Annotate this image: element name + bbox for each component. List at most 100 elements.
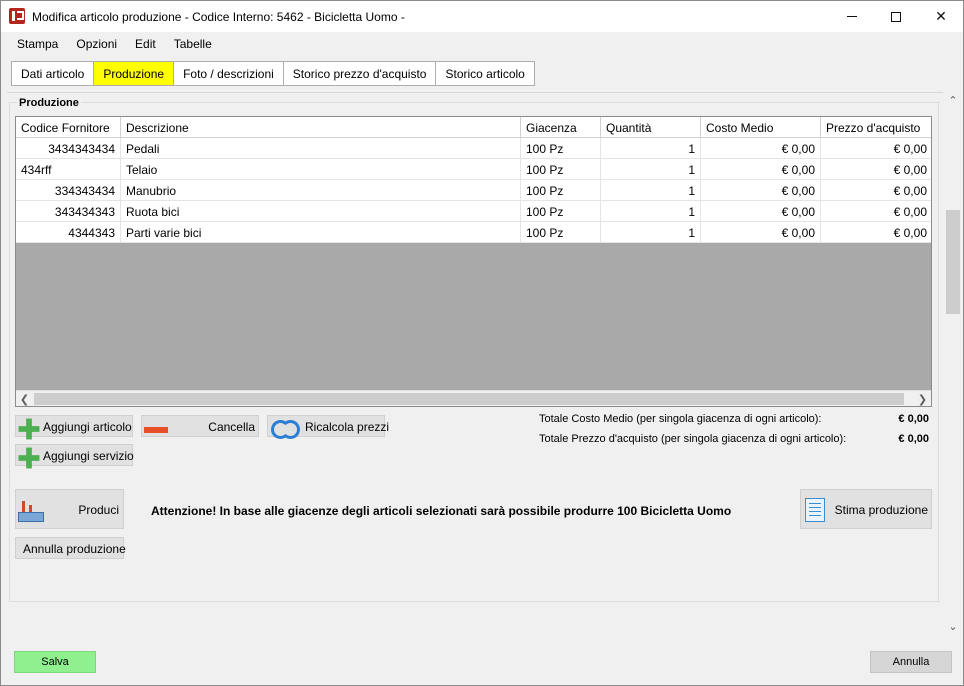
tab-produzione[interactable]: Produzione — [93, 61, 174, 86]
title-bar: Modifica articolo produzione - Codice In… — [1, 1, 963, 32]
tab-bar: Dati articolo Produzione Foto / descrizi… — [11, 61, 535, 86]
ricalcola-prezzi-button[interactable]: Ricalcola prezzi — [267, 415, 389, 439]
annulla-button[interactable]: Annulla — [870, 651, 952, 673]
menu-bar: Stampa Opzioni Edit Tabelle — [1, 32, 963, 56]
cell-descrizione: Parti varie bici — [121, 222, 521, 243]
maximize-button[interactable] — [873, 1, 919, 32]
stima-produzione-label: Stima produzione — [834, 503, 928, 517]
salva-button[interactable]: Salva — [14, 651, 96, 673]
scroll-up-icon[interactable]: ⌃ — [943, 92, 963, 109]
cell-quantita[interactable]: 1 — [601, 201, 701, 222]
cell-codice: 4344343 — [16, 222, 121, 243]
menu-edit[interactable]: Edit — [126, 32, 165, 56]
menu-tabelle[interactable]: Tabelle — [165, 32, 221, 56]
group-title: Produzione — [17, 97, 81, 109]
close-button[interactable]: ✕ — [918, 1, 963, 32]
stima-produzione-button[interactable]: Stima produzione — [800, 489, 932, 529]
cell-costo-medio: € 0,00 — [701, 138, 821, 159]
cell-codice: 3434343434 — [16, 138, 121, 159]
minimize-icon — [847, 16, 857, 17]
totale-costo-medio-label: Totale Costo Medio (per singola giacenza… — [539, 413, 822, 425]
cell-giacenza: 100 Pz — [521, 201, 601, 222]
cell-giacenza: 100 Pz — [521, 159, 601, 180]
cell-descrizione: Pedali — [121, 138, 521, 159]
totale-costo-medio-value: € 0,00 — [898, 413, 929, 425]
cancella-label: Cancella — [208, 420, 255, 434]
aggiungi-servizio-button[interactable]: Aggiungi servizio — [15, 444, 134, 469]
plus-icon — [18, 418, 40, 440]
totale-prezzo-acquisto-label: Totale Prezzo d'acquisto (per singola gi… — [539, 433, 847, 445]
menu-stampa[interactable]: Stampa — [8, 32, 67, 56]
factory-icon — [18, 500, 44, 522]
produci-label: Produci — [78, 503, 119, 517]
cell-prezzo-acquisto: € 0,00 — [821, 180, 931, 201]
menu-opzioni[interactable]: Opzioni — [67, 32, 126, 56]
cell-costo-medio: € 0,00 — [701, 201, 821, 222]
totale-prezzo-acquisto-value: € 0,00 — [898, 433, 929, 445]
cell-prezzo-acquisto: € 0,00 — [821, 201, 931, 222]
cell-descrizione: Ruota bici — [121, 201, 521, 222]
cell-quantita[interactable]: 1 — [601, 180, 701, 201]
production-warning: Attenzione! In base alle giacenze degli … — [151, 504, 732, 518]
table-row[interactable]: 3434343434 Pedali 100 Pz 1 € 0,00 € 0,00 — [16, 138, 931, 159]
refresh-icon — [270, 418, 300, 439]
cell-costo-medio: € 0,00 — [701, 180, 821, 201]
aggiungi-articolo-button[interactable]: Aggiungi articolo — [15, 415, 133, 440]
table-row[interactable]: 434rff Telaio 100 Pz 1 € 0,00 € 0,00 — [16, 159, 931, 180]
cell-quantita[interactable]: 1 — [601, 159, 701, 180]
cell-giacenza: 100 Pz — [521, 138, 601, 159]
column-header-descrizione[interactable]: Descrizione — [121, 117, 521, 138]
column-header-prezzo-acquisto[interactable]: Prezzo d'acquisto — [821, 117, 931, 138]
cell-codice: 334343434 — [16, 180, 121, 201]
app-logo-icon — [9, 8, 25, 24]
document-icon — [805, 498, 825, 522]
aggiungi-articolo-label: Aggiungi articolo — [43, 420, 132, 434]
scrollbar-thumb[interactable] — [946, 210, 960, 314]
tab-dati-articolo[interactable]: Dati articolo — [11, 61, 94, 86]
column-header-quantita[interactable]: Quantità — [601, 117, 701, 138]
produci-button[interactable]: Produci — [15, 489, 124, 529]
cell-codice: 343434343 — [16, 201, 121, 222]
table-row[interactable]: 334343434 Manubrio 100 Pz 1 € 0,00 € 0,0… — [16, 180, 931, 201]
window-title: Modifica articolo produzione - Codice In… — [32, 10, 405, 24]
aggiungi-servizio-label: Aggiungi servizio — [43, 449, 134, 463]
cell-costo-medio: € 0,00 — [701, 222, 821, 243]
scroll-left-icon[interactable]: ❮ — [16, 391, 33, 406]
vertical-scrollbar[interactable]: ⌃ ⌄ — [943, 92, 963, 635]
scroll-right-icon[interactable]: ❯ — [914, 391, 931, 406]
close-icon: ✕ — [935, 8, 947, 24]
table-row[interactable]: 343434343 Ruota bici 100 Pz 1 € 0,00 € 0… — [16, 201, 931, 222]
table-row[interactable]: 4344343 Parti varie bici 100 Pz 1 € 0,00… — [16, 222, 931, 243]
plus-icon — [18, 447, 40, 469]
annulla-produzione-label: Annulla produzione — [23, 542, 126, 556]
maximize-icon — [891, 11, 901, 22]
cell-quantita[interactable]: 1 — [601, 138, 701, 159]
column-header-codice[interactable]: Codice Fornitore — [16, 117, 121, 138]
cancella-button[interactable]: Cancella — [141, 415, 259, 437]
minimize-button[interactable] — [829, 1, 875, 32]
minus-icon — [144, 427, 168, 433]
cell-prezzo-acquisto: € 0,00 — [821, 222, 931, 243]
column-header-costo-medio[interactable]: Costo Medio — [701, 117, 821, 138]
tab-foto-descrizioni[interactable]: Foto / descrizioni — [173, 61, 283, 86]
tab-storico-articolo[interactable]: Storico articolo — [435, 61, 535, 86]
app-window: Modifica articolo produzione - Codice In… — [0, 0, 964, 686]
cell-prezzo-acquisto: € 0,00 — [821, 159, 931, 180]
cell-descrizione: Telaio — [121, 159, 521, 180]
cell-giacenza: 100 Pz — [521, 222, 601, 243]
ricalcola-prezzi-label: Ricalcola prezzi — [305, 420, 390, 434]
column-header-giacenza[interactable]: Giacenza — [521, 117, 601, 138]
grid-horizontal-scrollbar[interactable]: ❮ ❯ — [16, 390, 931, 406]
grid-rows: 3434343434 Pedali 100 Pz 1 € 0,00 € 0,00… — [16, 138, 931, 243]
annulla-produzione-button[interactable]: Annulla produzione — [15, 537, 126, 559]
scroll-down-icon[interactable]: ⌄ — [943, 618, 963, 635]
grid-header: Codice Fornitore Descrizione Giacenza Qu… — [16, 117, 931, 138]
tab-storico-prezzo[interactable]: Storico prezzo d'acquisto — [282, 61, 436, 86]
cell-codice: 434rff — [16, 159, 121, 180]
cell-quantita[interactable]: 1 — [601, 222, 701, 243]
cell-giacenza: 100 Pz — [521, 180, 601, 201]
cell-prezzo-acquisto: € 0,00 — [821, 138, 931, 159]
articles-grid[interactable]: Codice Fornitore Descrizione Giacenza Qu… — [15, 116, 932, 407]
scrollbar-thumb[interactable] — [34, 393, 904, 405]
cell-descrizione: Manubrio — [121, 180, 521, 201]
